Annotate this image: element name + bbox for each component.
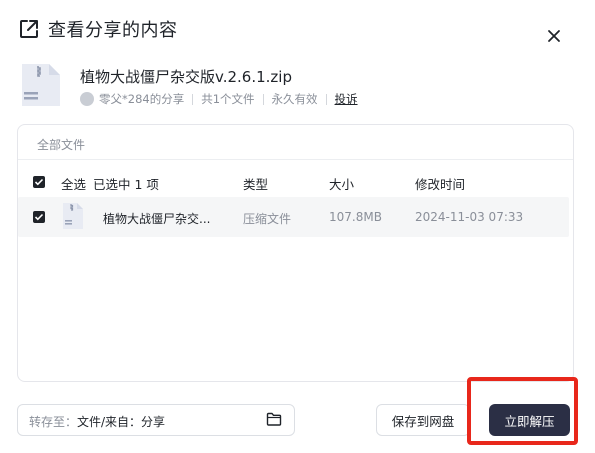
- share-external-icon: [20, 20, 38, 38]
- meta-divider: [262, 93, 264, 105]
- checkbox-checked-icon: [34, 178, 44, 186]
- file-name: 植物大战僵尸杂交版v.2.6.1.zip: [80, 68, 292, 86]
- save-to-label: 转存至：: [29, 415, 78, 429]
- zip-file-icon: [63, 203, 83, 229]
- all-files-breadcrumb[interactable]: 全部文件: [37, 136, 85, 153]
- column-header-size[interactable]: 大小: [329, 174, 354, 193]
- close-icon[interactable]: [546, 28, 562, 44]
- validity: 永久有效: [271, 92, 318, 106]
- file-count: 共1个文件: [201, 92, 255, 106]
- report-link[interactable]: 投诉: [335, 91, 358, 107]
- save-to-drive-button[interactable]: 保存到网盘: [376, 404, 470, 436]
- column-header-modified[interactable]: 修改时间: [415, 174, 465, 193]
- avatar: [80, 92, 94, 106]
- row-file-name[interactable]: 植物大战僵尸杂交...: [103, 210, 210, 227]
- highlight-annotation: [467, 377, 578, 445]
- dialog-title: 查看分享的内容: [48, 20, 178, 41]
- selected-count: 已选中 1 项: [93, 177, 159, 192]
- select-all-checkbox[interactable]: [33, 176, 45, 188]
- row-file-size: 107.8MB: [329, 210, 382, 224]
- file-list-panel: [17, 124, 574, 382]
- divider: [18, 159, 573, 160]
- column-header-type[interactable]: 类型: [243, 174, 268, 193]
- share-meta: 零父*284的分享 共1个文件 永久有效 投诉: [80, 91, 358, 107]
- zip-file-icon: [22, 64, 60, 106]
- save-destination-text: 转存至：文件/来自：分享: [29, 413, 165, 430]
- select-all-label[interactable]: 全选: [61, 174, 86, 193]
- meta-divider: [192, 93, 194, 105]
- folder-icon[interactable]: [266, 412, 282, 426]
- meta-divider: [325, 93, 327, 105]
- row-file-modified: 2024-11-03 07:33: [415, 210, 524, 224]
- save-to-path: 文件/来自：分享: [77, 415, 166, 429]
- row-checkbox[interactable]: [33, 211, 45, 223]
- checkbox-checked-icon: [34, 213, 44, 221]
- row-file-type: 压缩文件: [243, 212, 292, 226]
- sharer-name: 零父*284的分享: [99, 92, 185, 106]
